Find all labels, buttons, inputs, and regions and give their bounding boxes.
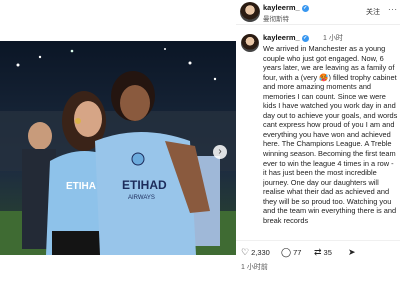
header-location[interactable]: 曼彻斯特 bbox=[263, 13, 289, 23]
next-photo-button[interactable]: › bbox=[213, 145, 227, 159]
post-photo-area: ETIHAD AIRWAYS ETIHA › bbox=[0, 0, 236, 282]
post-photo[interactable]: ETIHAD AIRWAYS ETIHA bbox=[0, 41, 236, 255]
post-author-username-text[interactable]: kayleerm_ bbox=[263, 33, 300, 42]
post-panel: kayleerm_ ✓ 曼彻斯特 关注 ··· kayleerm_ ✓ 1 小时 W… bbox=[236, 0, 400, 282]
follow-button[interactable]: 关注 bbox=[366, 7, 380, 17]
post-author-avatar[interactable] bbox=[241, 34, 259, 52]
repost-button[interactable]: ⇄ 35 bbox=[314, 247, 332, 258]
post-timestamp: 1 小时 bbox=[323, 35, 343, 42]
post-caption: We arrived in Manchester as a young coup… bbox=[263, 44, 398, 225]
comment-count: 77 bbox=[293, 248, 302, 257]
jersey-sponsor-sub: AIRWAYS bbox=[128, 195, 155, 201]
post-date: 1 小时前 bbox=[241, 264, 268, 271]
header-username[interactable]: kayleerm_ ✓ bbox=[263, 3, 309, 12]
share-icon: ➤ bbox=[348, 247, 356, 257]
post-author-username[interactable]: kayleerm_ ✓ bbox=[263, 33, 309, 42]
avatar[interactable] bbox=[240, 2, 260, 22]
comment-icon: ◯ bbox=[281, 247, 292, 257]
repost-icon: ⇄ bbox=[314, 247, 322, 257]
repost-count: 35 bbox=[323, 248, 332, 257]
jersey-sponsor-left: ETIHA bbox=[66, 181, 96, 192]
like-button[interactable]: ♡ 2,330 bbox=[241, 247, 270, 258]
verified-badge-icon: ✓ bbox=[301, 4, 309, 12]
more-options-button[interactable]: ··· bbox=[388, 5, 398, 14]
post-header: kayleerm_ ✓ 曼彻斯特 关注 ··· bbox=[236, 0, 400, 25]
like-count: 2,330 bbox=[251, 248, 270, 257]
post-actions: ♡ 2,330 ◯ 77 ⇄ 35 ➤ bbox=[236, 240, 400, 259]
chevron-right-icon: › bbox=[218, 146, 222, 157]
heart-icon: ♡ bbox=[241, 247, 250, 257]
share-button[interactable]: ➤ bbox=[348, 247, 358, 258]
header-username-text[interactable]: kayleerm_ bbox=[263, 3, 300, 12]
comment-button[interactable]: ◯ 77 bbox=[281, 247, 301, 258]
verified-badge-icon: ✓ bbox=[301, 34, 309, 42]
jersey-sponsor: ETIHAD bbox=[122, 178, 167, 192]
celebration-photo: ETIHAD AIRWAYS ETIHA bbox=[0, 41, 236, 255]
